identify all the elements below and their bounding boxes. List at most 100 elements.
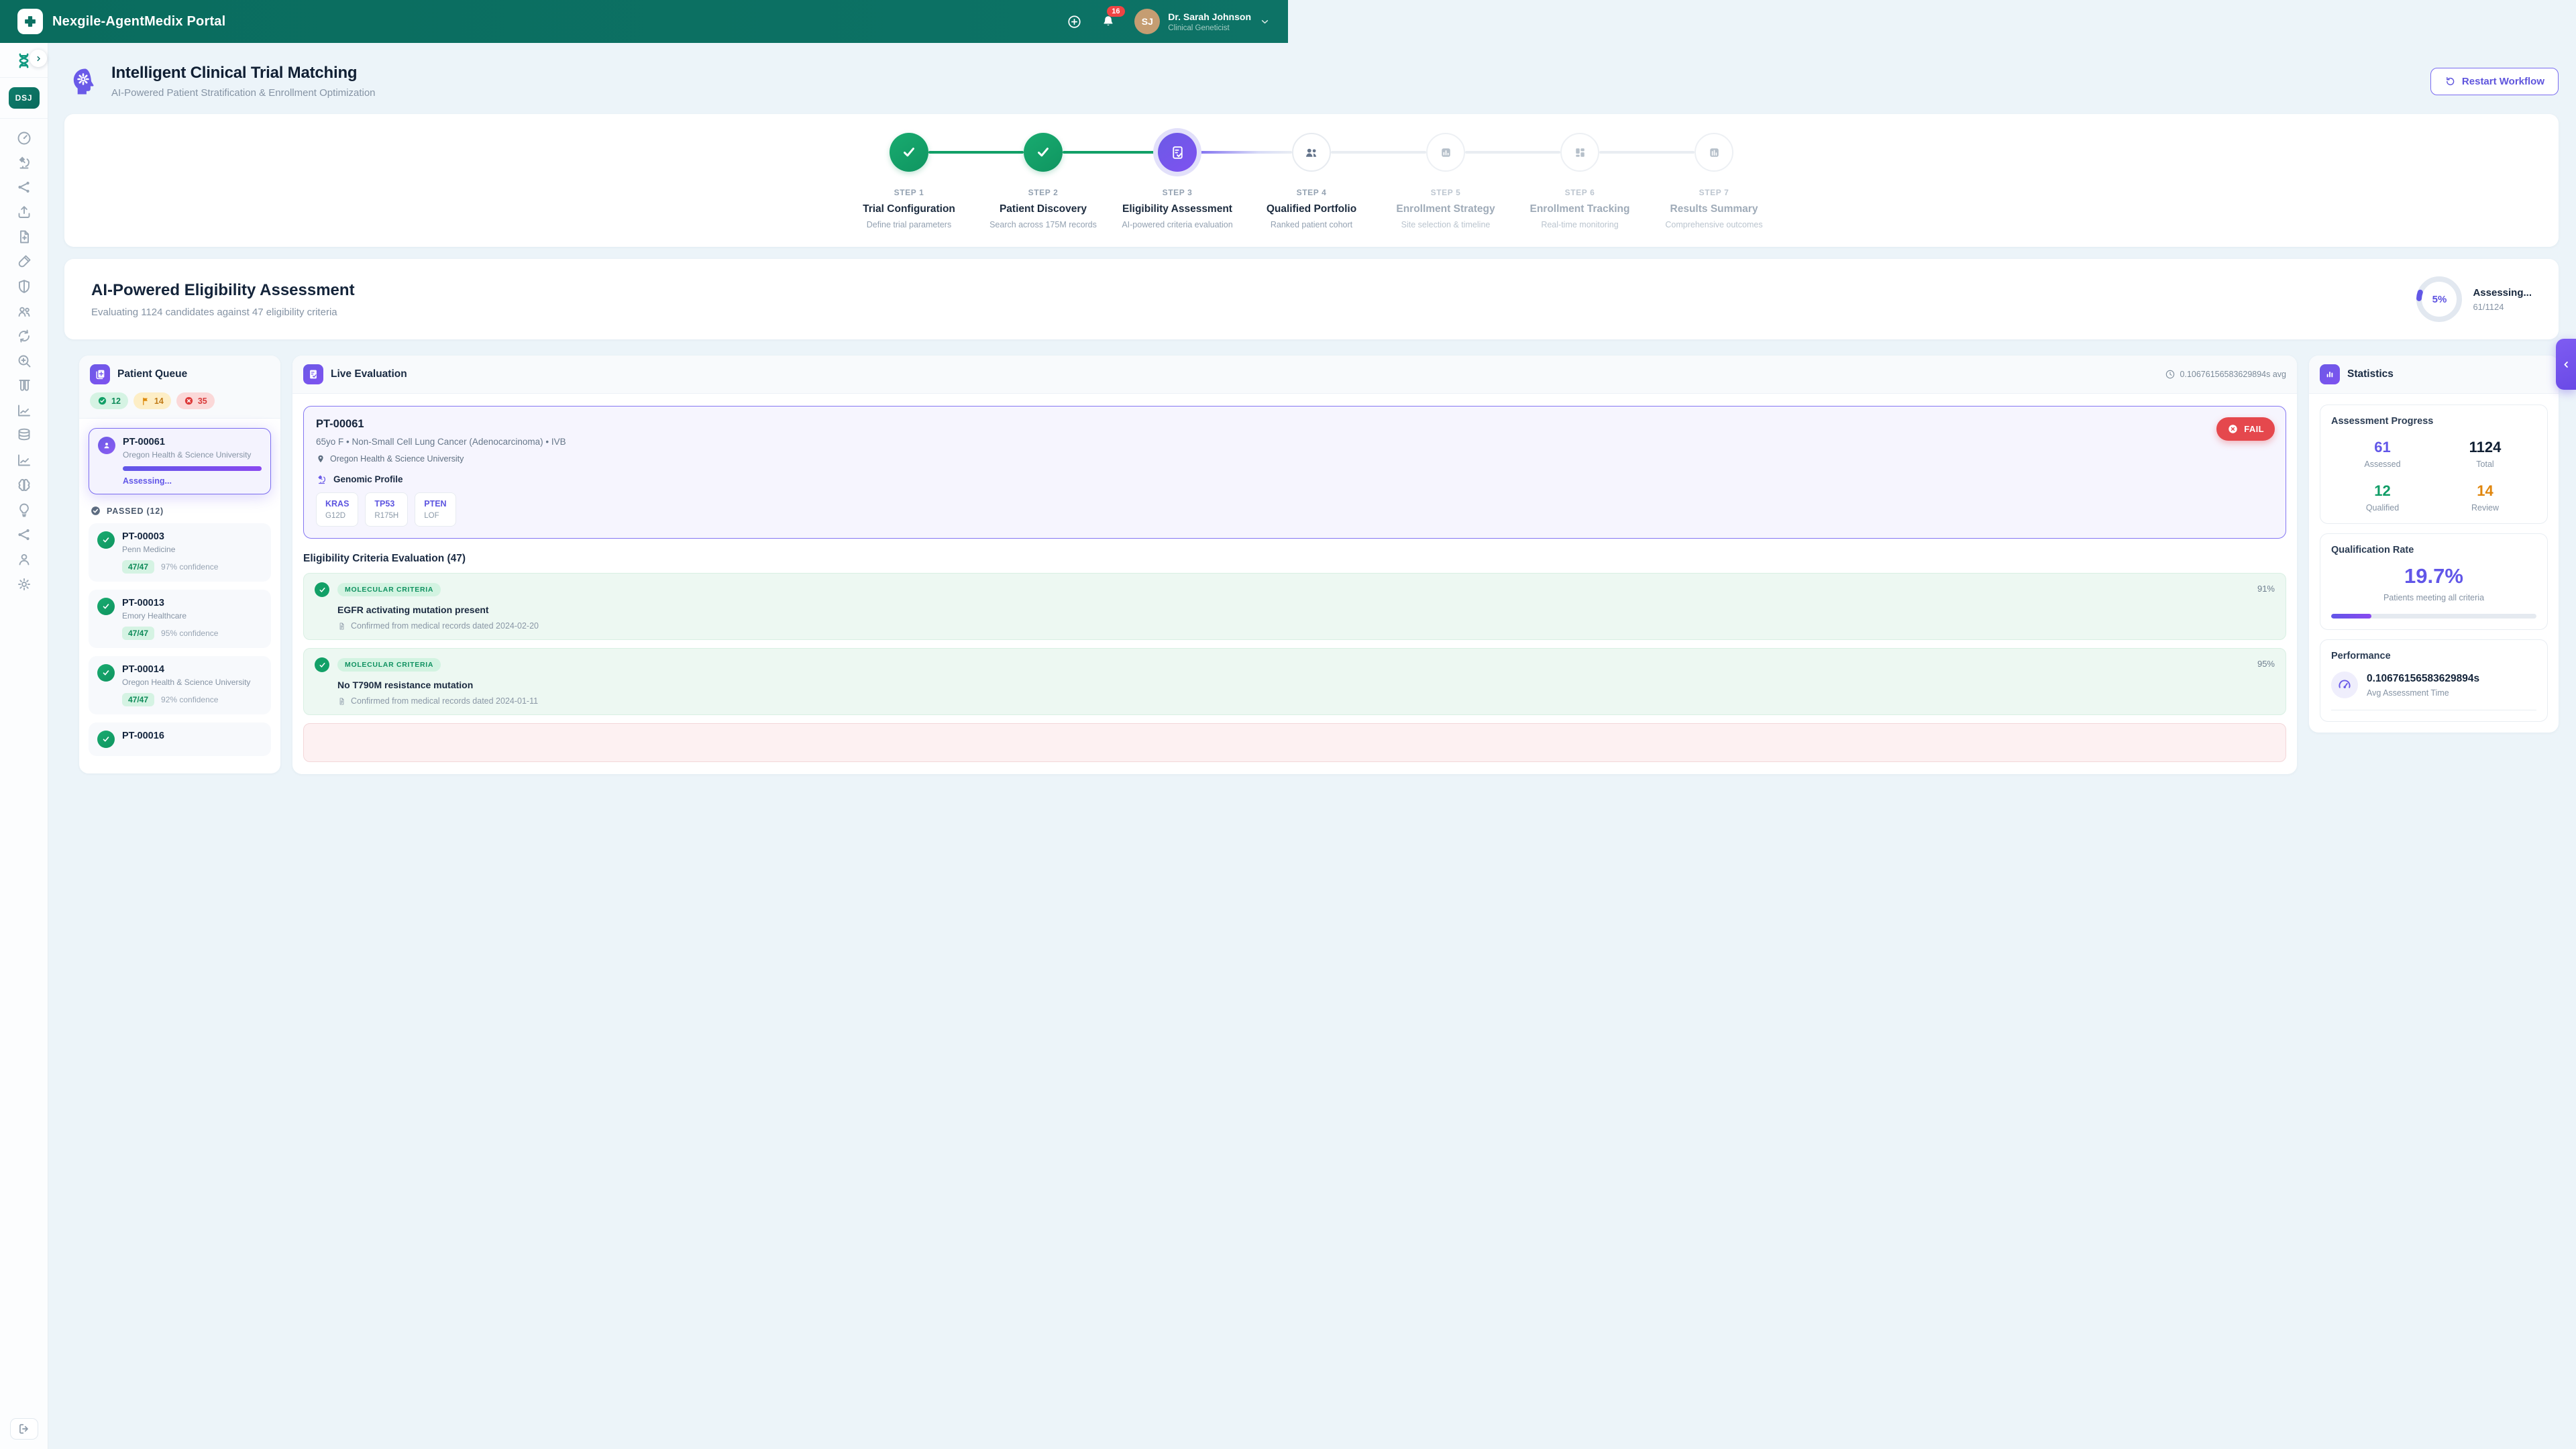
logout-button[interactable] <box>10 1418 38 1440</box>
criteria-text: EGFR activating mutation present <box>337 604 2275 615</box>
fail-status-badge: FAIL <box>2216 417 2275 441</box>
criteria-card-pass: MOLECULAR CRITERIA 95% No T790M resistan… <box>303 648 2286 715</box>
plus-circle-icon <box>1067 14 1082 30</box>
live-evaluation-panel: Live Evaluation 0.10676156583629894s avg… <box>292 356 2297 774</box>
network-share-icon[interactable] <box>16 527 32 543</box>
stat-qualified: 12 Qualified <box>2331 482 2434 513</box>
check-circle-icon <box>97 664 115 682</box>
patient-card[interactable]: PT-00003 Penn Medicine 47/47 97% confide… <box>89 523 271 582</box>
grid-tiles-icon <box>1572 144 1589 161</box>
passed-count-badge[interactable]: 12 <box>90 392 128 409</box>
qualification-rate-card: Qualification Rate 19.7% Patients meetin… <box>2320 533 2548 630</box>
stat-review: 14 Review <box>2434 482 2536 513</box>
microscope-icon <box>316 474 327 485</box>
chevron-left-icon <box>2561 359 2572 370</box>
user-menu[interactable]: SJ Dr. Sarah Johnson Clinical Geneticist <box>1134 9 1271 34</box>
step-eligibility-assessment[interactable]: STEP 3 Eligibility Assessment AI-powered… <box>1110 133 1244 229</box>
location-pin-icon <box>316 454 325 464</box>
document-icon <box>337 697 346 706</box>
passed-check-icon <box>90 505 101 517</box>
step5-circle <box>1426 133 1465 172</box>
stat-assessed: 61 Assessed <box>2331 439 2434 469</box>
test-tube-icon[interactable] <box>16 254 32 270</box>
top-bar: Nexgile-AgentMedix Portal 16 SJ Dr. Sara… <box>0 0 1288 43</box>
settings-gear-icon[interactable] <box>16 576 32 592</box>
patient-avatar-icon <box>98 437 115 454</box>
performance-card: Performance 0.10676156583629894s Avg Ass… <box>2320 639 2548 722</box>
step-qualified-portfolio[interactable]: STEP 4 Qualified Portfolio Ranked patien… <box>1244 133 1379 229</box>
database-icon[interactable] <box>16 427 32 443</box>
step1-circle <box>890 133 928 172</box>
step-enrollment-strategy[interactable]: STEP 5 Enrollment Strategy Site selectio… <box>1379 133 1513 229</box>
chevron-right-icon <box>34 54 44 64</box>
clipboard-check-icon <box>1169 144 1186 161</box>
check-circle-icon <box>97 731 115 748</box>
criteria-confidence: 91% <box>2257 584 2275 594</box>
gene-chip: TP53 R175H <box>365 492 408 527</box>
criteria-confidence: 95% <box>2257 659 2275 669</box>
criteria-score-badge: 47/47 <box>122 693 154 706</box>
samples-vials-icon[interactable] <box>16 378 32 394</box>
file-plus-icon[interactable] <box>16 229 32 245</box>
check-circle-icon <box>315 582 329 597</box>
step3-circle <box>1158 133 1197 172</box>
criteria-card-fail <box>303 723 2286 762</box>
microscope-icon[interactable] <box>16 154 32 170</box>
patient-site: Oregon Health & Science University <box>330 454 464 464</box>
analytics-chart-icon[interactable] <box>16 452 32 468</box>
cohort-users-icon[interactable] <box>16 303 32 319</box>
profile-user-icon[interactable] <box>16 551 32 568</box>
brain-icon[interactable] <box>16 477 32 493</box>
patient-card[interactable]: PT-00016 <box>89 722 271 756</box>
live-evaluation-title: Live Evaluation <box>331 368 407 380</box>
pipeline-network-icon[interactable] <box>16 179 32 195</box>
speedometer-icon <box>2331 672 2358 698</box>
sidebar-user-avatar[interactable]: DSJ <box>9 87 40 109</box>
statistics-icon <box>2320 364 2340 384</box>
user-role: Clinical Geneticist <box>1168 24 1251 32</box>
dashboard-gauge-icon[interactable] <box>16 129 32 146</box>
search-plus-icon[interactable] <box>16 353 32 369</box>
passed-section-label: PASSED (12) <box>107 506 164 516</box>
patient-queue-icon <box>90 364 110 384</box>
qualification-rate-value: 19.7% <box>2331 564 2536 588</box>
check-icon <box>1034 144 1052 161</box>
criteria-score-badge: 47/47 <box>122 627 154 640</box>
ai-head-icon <box>70 66 101 97</box>
trend-chart-icon[interactable] <box>16 402 32 419</box>
add-button[interactable] <box>1067 14 1082 30</box>
assessment-subtitle: Evaluating 1124 candidates against 47 el… <box>91 307 355 318</box>
medical-cross-icon <box>23 14 38 29</box>
criteria-section-title: Eligibility Criteria Evaluation (47) <box>303 553 2286 565</box>
active-patient-card[interactable]: PT-00061 Oregon Health & Science Univers… <box>89 428 271 494</box>
active-progress-bar <box>123 466 262 471</box>
user-name: Dr. Sarah Johnson <box>1168 11 1251 22</box>
sidebar-nav <box>16 129 32 1414</box>
patient-queue-panel: Patient Queue 12 14 35 <box>79 356 280 773</box>
restart-workflow-label: Restart Workflow <box>2462 76 2544 87</box>
failed-count-badge[interactable]: 35 <box>176 392 215 409</box>
restart-workflow-button[interactable]: Restart Workflow <box>2430 68 2559 95</box>
refresh-icon <box>2445 76 2456 87</box>
criteria-score-badge: 47/47 <box>122 560 154 574</box>
step-patient-discovery[interactable]: STEP 2 Patient Discovery Search across 1… <box>976 133 1110 229</box>
shield-icon[interactable] <box>16 278 32 294</box>
stat-total: 1124 Total <box>2434 439 2536 469</box>
step-enrollment-tracking[interactable]: STEP 6 Enrollment Tracking Real-time mon… <box>1513 133 1647 229</box>
gene-chip: KRAS G12D <box>316 492 358 527</box>
active-patient-site: Oregon Health & Science University <box>123 450 262 460</box>
sync-icon[interactable] <box>16 328 32 344</box>
review-count-badge[interactable]: 14 <box>133 392 171 409</box>
step-trial-configuration[interactable]: STEP 1 Trial Configuration Define trial … <box>842 133 976 229</box>
sidebar-expand-button[interactable] <box>30 50 47 67</box>
notifications-button[interactable]: 16 <box>1101 14 1116 29</box>
workflow-steps: STEP 1 Trial Configuration Define trial … <box>64 114 2559 247</box>
upload-icon[interactable] <box>16 204 32 220</box>
step-results-summary[interactable]: STEP 7 Results Summary Comprehensive out… <box>1647 133 1781 229</box>
clock-icon <box>2165 369 2176 380</box>
patient-card[interactable]: PT-00014 Oregon Health & Science Univers… <box>89 656 271 714</box>
assessment-progress-card: Assessment Progress 61 Assessed 1124 Tot… <box>2320 405 2548 524</box>
collapse-panel-tab[interactable] <box>2556 339 2576 390</box>
patient-card[interactable]: PT-00013 Emory Healthcare 47/47 95% conf… <box>89 590 271 648</box>
insights-bulb-icon[interactable] <box>16 502 32 518</box>
